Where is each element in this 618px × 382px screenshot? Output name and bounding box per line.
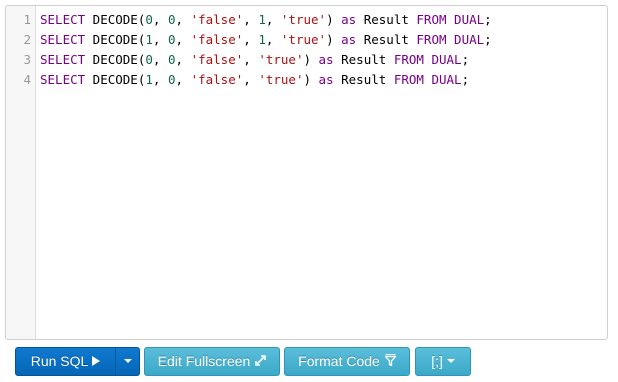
- code-token: ,: [175, 52, 191, 67]
- code-token: Result: [356, 32, 417, 47]
- line-number: 3: [23, 52, 31, 67]
- run-sql-button[interactable]: Run SQL: [15, 347, 116, 376]
- code-token: Result: [356, 12, 417, 27]
- code-token: ,: [152, 12, 168, 27]
- expand-arrows-icon: [255, 348, 267, 375]
- code-token: ,: [243, 52, 259, 67]
- line-number: 1: [23, 12, 31, 27]
- code-token: as: [318, 72, 334, 87]
- code-token: ;: [461, 72, 470, 87]
- code-token: Result: [333, 52, 394, 67]
- play-icon: [92, 356, 101, 367]
- code-token: FROM: [393, 72, 424, 87]
- code-token: DUAL: [431, 72, 462, 87]
- code-token: 'false': [190, 12, 244, 27]
- code-token: ,: [175, 32, 191, 47]
- code-token: DECODE(: [85, 52, 146, 67]
- code-token: DECODE(: [85, 72, 146, 87]
- edit-fullscreen-label: Edit Fullscreen: [157, 353, 251, 369]
- code-token: ,: [265, 32, 281, 47]
- code-token: ): [303, 72, 319, 87]
- sql-editor[interactable]: 1 2 3 4 SELECT DECODE(0, 0, 'false', 1, …: [5, 5, 608, 340]
- code-token: SELECT: [40, 32, 86, 47]
- code-token: 'true': [280, 32, 327, 47]
- code-token: 0: [167, 32, 176, 47]
- code-token: SELECT: [40, 12, 86, 27]
- caret-down-icon: [123, 359, 132, 364]
- code-token: 1: [145, 32, 153, 47]
- code-token: DUAL: [431, 52, 462, 67]
- code-token: FROM: [416, 32, 447, 47]
- code-token: 1: [258, 32, 266, 47]
- delimiter-label: [;]: [431, 353, 443, 369]
- code-token: ): [326, 32, 342, 47]
- code-token: as: [341, 12, 357, 27]
- code-token: 0: [167, 12, 176, 27]
- code-token: ;: [484, 12, 492, 27]
- code-token: ;: [461, 52, 470, 67]
- code-token: 'true': [258, 72, 304, 87]
- code-token: ): [303, 52, 319, 67]
- caret-down-icon: [446, 359, 455, 364]
- filter-icon: [383, 348, 397, 375]
- line-number: 2: [23, 32, 31, 47]
- code-token: ,: [243, 12, 259, 27]
- line-number: 4: [23, 72, 31, 87]
- code-token: ,: [175, 12, 191, 27]
- code-token: ): [326, 12, 342, 27]
- code-token: SELECT: [40, 52, 86, 67]
- code-token: ,: [243, 32, 259, 47]
- code-token: 'false': [190, 72, 244, 87]
- code-token: 'true': [280, 12, 327, 27]
- code-token: DUAL: [454, 32, 485, 47]
- code-token: ,: [243, 72, 259, 87]
- code-token: FROM: [416, 12, 447, 27]
- code-token: ,: [152, 32, 168, 47]
- code-token: as: [341, 32, 357, 47]
- line-number-gutter: 1 2 3 4: [6, 6, 36, 339]
- code-line[interactable]: SELECT DECODE(1, 0, 'false', 'true') as …: [40, 70, 469, 90]
- code-token: DUAL: [454, 12, 485, 27]
- code-token: 'true': [258, 52, 304, 67]
- delimiter-dropdown-button[interactable]: [;]: [415, 347, 471, 376]
- code-line[interactable]: SELECT DECODE(1, 0, 'false', 1, 'true') …: [40, 30, 492, 50]
- code-token: 0: [145, 52, 153, 67]
- run-sql-label: Run SQL: [30, 353, 89, 369]
- code-token: ,: [152, 52, 168, 67]
- format-code-button[interactable]: Format Code: [284, 347, 410, 376]
- code-token: 1: [145, 72, 153, 87]
- code-token: Result: [333, 72, 394, 87]
- code-line[interactable]: SELECT DECODE(0, 0, 'false', 1, 'true') …: [40, 10, 492, 30]
- code-token: 0: [167, 52, 176, 67]
- code-token: as: [318, 52, 334, 67]
- format-code-label: Format Code: [298, 353, 380, 369]
- code-token: 1: [258, 12, 266, 27]
- code-token: 'false': [190, 52, 244, 67]
- code-token: 0: [167, 72, 176, 87]
- code-token: ,: [265, 12, 281, 27]
- code-token: ;: [484, 32, 492, 47]
- code-token: 0: [145, 12, 153, 27]
- code-token: ,: [152, 72, 168, 87]
- code-token: DECODE(: [85, 32, 146, 47]
- edit-fullscreen-button[interactable]: Edit Fullscreen: [144, 347, 280, 376]
- code-token: SELECT: [40, 72, 86, 87]
- code-token: DECODE(: [85, 12, 146, 27]
- code-line[interactable]: SELECT DECODE(0, 0, 'false', 'true') as …: [40, 50, 469, 70]
- code-token: ,: [175, 72, 191, 87]
- run-options-dropdown-button[interactable]: [115, 347, 140, 376]
- code-token: FROM: [393, 52, 424, 67]
- code-token: 'false': [190, 32, 244, 47]
